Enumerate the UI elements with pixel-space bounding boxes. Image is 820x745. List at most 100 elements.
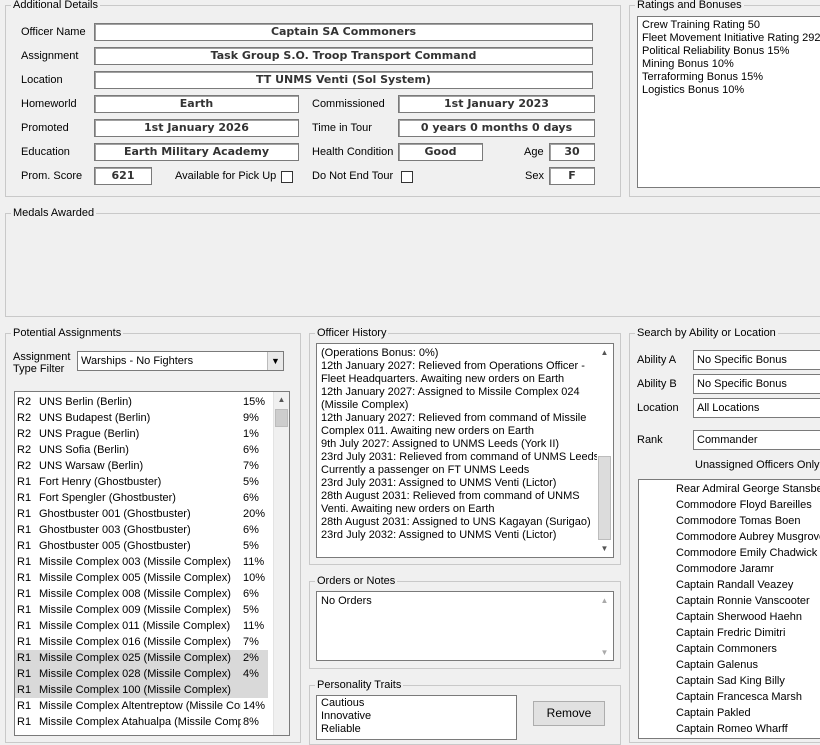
assignment-rank: R2: [17, 460, 32, 472]
available-for-pickup-checkbox[interactable]: [281, 171, 293, 183]
officer-list-item[interactable]: Captain Francesca Marsh: [676, 689, 802, 705]
commissioned-label: Commissioned: [312, 98, 385, 110]
officer-history-box[interactable]: (Operations Bonus: 0%) 12th January 2027…: [316, 343, 614, 558]
officer-list-item[interactable]: Commodore Jaramr: [676, 561, 774, 577]
assignment-rank: R1: [17, 508, 32, 520]
assignment-percent: 6%: [243, 524, 259, 536]
history-line: 23rd July 2032: Assigned to UNMS Venti (…: [321, 529, 557, 541]
history-line: Venti. Awaiting new orders on Earth: [321, 503, 495, 515]
assignment-row[interactable]: R1 Missile Complex 005 (Missile Complex) 1…: [15, 570, 268, 586]
officer-list-item[interactable]: Captain Pakled: [676, 705, 751, 721]
trait-item[interactable]: Reliable: [321, 723, 512, 736]
assignment-row[interactable]: R1 Missile Complex 011 (Missile Complex) 1…: [15, 618, 268, 634]
assignment-row[interactable]: R2 UNS Sofia (Berlin) 6%: [15, 442, 268, 458]
scroll-thumb[interactable]: [275, 409, 288, 427]
chevron-down-icon[interactable]: ▼: [267, 352, 283, 370]
promoted-label: Promoted: [21, 122, 69, 134]
scroll-thumb[interactable]: [598, 456, 611, 540]
do-not-end-tour-label: Do Not End Tour: [312, 170, 394, 182]
trait-item[interactable]: Innovative: [321, 710, 512, 723]
assignment-row[interactable]: R1 Missile Complex 003 (Missile Complex) 1…: [15, 554, 268, 570]
orders-text: No Orders: [321, 595, 372, 607]
assignment-row[interactable]: R1 Fort Henry (Ghostbuster) 5%: [15, 474, 268, 490]
officer-list-item[interactable]: Captain Commoners: [676, 641, 777, 657]
officer-list-item[interactable]: Commodore Tomas Boen: [676, 513, 801, 529]
officer-list-item[interactable]: Commodore Aubrey Musgrove: [676, 529, 820, 545]
assignment-name: Missile Complex 100 (Missile Complex): [39, 684, 231, 696]
scroll-up-icon[interactable]: ▲: [597, 346, 612, 360]
history-line: 28th August 2031: Relieved from command …: [321, 490, 580, 502]
assignment-percent: 7%: [243, 636, 259, 648]
ability-b-value: No Specific Bonus: [697, 378, 787, 390]
assignment-row[interactable]: R1 Missile Complex Atahualpa (Missile Com…: [15, 714, 268, 730]
sex-field: F: [549, 167, 595, 185]
potential-assignments-list[interactable]: R2 UNS Berlin (Berlin) 15% R2 UNS Budapest (…: [14, 391, 290, 736]
assignment-type-filter-value: Warships - No Fighters: [81, 355, 194, 367]
assignment-name: UNS Berlin (Berlin): [39, 396, 132, 408]
officer-list-item[interactable]: Captain Ronnie Vanscooter: [676, 593, 810, 609]
orders-scrollbar[interactable]: ▲ ▼: [597, 592, 613, 660]
education-label: Education: [21, 146, 70, 158]
ratings-title: Ratings and Bonuses: [635, 0, 744, 11]
rank-label: Rank: [637, 434, 663, 446]
search-location-select[interactable]: All Locations: [693, 398, 820, 418]
scroll-up-icon[interactable]: ▲: [274, 393, 289, 407]
remove-trait-button[interactable]: Remove: [533, 701, 605, 726]
assignment-row[interactable]: R1 Ghostbuster 005 (Ghostbuster) 5%: [15, 538, 268, 554]
assignment-name: UNS Sofia (Berlin): [39, 444, 129, 456]
officer-list-item[interactable]: Captain Romeo Wharff: [676, 721, 788, 737]
assignment-row[interactable]: R2 UNS Warsaw (Berlin) 7%: [15, 458, 268, 474]
assignment-rank: R2: [17, 396, 32, 408]
officer-list-item[interactable]: Captain Sherwood Haehn: [676, 609, 802, 625]
assignment-name: Missile Complex 005 (Missile Complex): [39, 572, 231, 584]
ability-a-label: Ability A: [637, 354, 677, 366]
assignment-row[interactable]: R2 UNS Berlin (Berlin) 15%: [15, 394, 268, 410]
assignment-rank: R1: [17, 492, 32, 504]
officer-list-item[interactable]: Captain Galenus: [676, 657, 758, 673]
assignment-row[interactable]: R2 UNS Prague (Berlin) 1%: [15, 426, 268, 442]
officer-list-item[interactable]: Captain Randall Veazey: [676, 577, 793, 593]
medals-title: Medals Awarded: [11, 207, 97, 219]
assignment-row[interactable]: R1 Ghostbuster 001 (Ghostbuster) 20%: [15, 506, 268, 522]
assignment-type-filter-select[interactable]: Warships - No Fighters ▼: [77, 351, 284, 371]
trait-item[interactable]: Cautious: [321, 697, 512, 710]
officer-list-item[interactable]: Captain Sad King Billy: [676, 673, 785, 689]
unassigned-only-label[interactable]: Unassigned Officers Only: [695, 458, 820, 472]
rank-select[interactable]: Commander: [693, 430, 820, 450]
assignment-row[interactable]: R1 Fort Spengler (Ghostbuster) 6%: [15, 490, 268, 506]
assignment-percent: 4%: [243, 668, 259, 680]
do-not-end-tour-checkbox[interactable]: [401, 171, 413, 183]
assignments-scrollbar[interactable]: ▲: [273, 392, 289, 735]
history-scrollbar[interactable]: ▲ ▼: [597, 344, 613, 557]
officer-list-item[interactable]: Captain Fredric Dimitri: [676, 625, 785, 641]
traits-list[interactable]: Cautious Innovative Reliable: [316, 695, 517, 740]
orders-box[interactable]: No Orders ▲ ▼: [316, 591, 614, 661]
assignment-type-filter-label: Assignment Type Filter: [13, 351, 70, 375]
assignment-row[interactable]: R1 Missile Complex 009 (Missile Complex) 5…: [15, 602, 268, 618]
assignment-row[interactable]: R1 Ghostbuster 003 (Ghostbuster) 6%: [15, 522, 268, 538]
assignment-row[interactable]: R1 Missile Complex Altentreptow (Missile …: [15, 698, 268, 714]
scroll-down-icon[interactable]: ▼: [597, 646, 612, 660]
assignment-row[interactable]: R1 Missile Complex 025 (Missile Complex) 2…: [15, 650, 268, 666]
location-field: TT UNMS Venti (Sol System): [94, 71, 593, 89]
assignment-row[interactable]: R1 Missile Complex 016 (Missile Complex) 7…: [15, 634, 268, 650]
scroll-down-icon[interactable]: ▼: [597, 542, 612, 556]
assignment-rank: R1: [17, 620, 32, 632]
ability-a-select[interactable]: No Specific Bonus: [693, 350, 820, 370]
assignment-name: Missile Complex 008 (Missile Complex): [39, 588, 231, 600]
officer-list-item[interactable]: Rear Admiral George Stansbery: [676, 481, 820, 497]
officer-list-item[interactable]: Commodore Emily Chadwick: [676, 545, 817, 561]
scroll-up-icon[interactable]: ▲: [597, 594, 612, 608]
officer-list[interactable]: Rear Admiral George Stansbery Commodore F…: [638, 479, 820, 739]
officer-list-item[interactable]: Commodore Floyd Bareilles: [676, 497, 812, 513]
assignment-row[interactable]: R1 Missile Complex 100 (Missile Complex): [15, 682, 268, 698]
assignment-field: Task Group S.O. Troop Transport Command: [94, 47, 593, 65]
assignment-row[interactable]: R1 Missile Complex 008 (Missile Complex) 6…: [15, 586, 268, 602]
ability-b-select[interactable]: No Specific Bonus: [693, 374, 820, 394]
assignment-row[interactable]: R2 UNS Budapest (Berlin) 9%: [15, 410, 268, 426]
assignment-name: UNS Warsaw (Berlin): [39, 460, 144, 472]
assignment-name: Missile Complex Altentreptow (Missile Co…: [39, 700, 241, 712]
assignment-row[interactable]: R1 Missile Complex 028 (Missile Complex) 4…: [15, 666, 268, 682]
search-title: Search by Ability or Location: [635, 327, 778, 339]
prom-score-field: 621: [94, 167, 152, 185]
